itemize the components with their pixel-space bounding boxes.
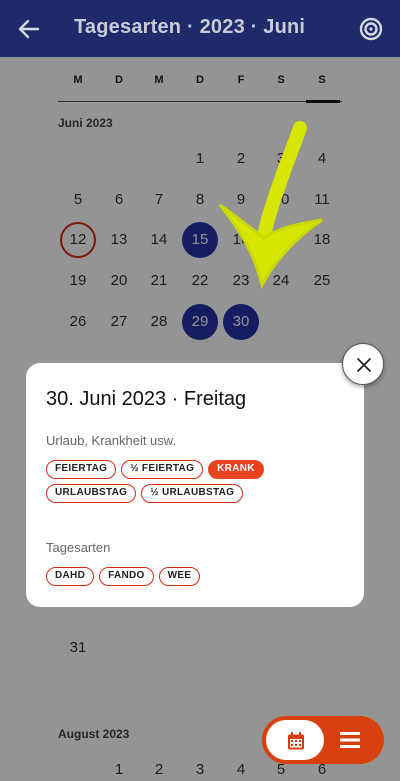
- chip-urlaubstag[interactable]: URLAUBSTAG: [46, 484, 137, 503]
- chip-feiertag[interactable]: FEIERTAG: [46, 460, 117, 479]
- calendar-icon: [288, 732, 304, 750]
- target-icon[interactable]: [358, 16, 384, 42]
- page-title: Tagesarten · 2023 · Juni: [74, 16, 306, 38]
- chip-dahd[interactable]: DAHD: [46, 567, 95, 586]
- absence-chip-group: FEIERTAG ½ FEIERTAG KRANK URLAUBSTAG ½ U…: [46, 460, 346, 503]
- back-arrow-icon[interactable]: [16, 16, 42, 42]
- day-detail-dialog: 30. Juni 2023 · Freitag Urlaub, Krankhei…: [26, 363, 364, 607]
- chip-halber-feiertag[interactable]: ½ FEIERTAG: [121, 460, 204, 479]
- close-icon: [357, 358, 371, 372]
- close-dialog-button[interactable]: [342, 343, 384, 385]
- calendar-view-button[interactable]: [266, 720, 324, 760]
- chip-krank[interactable]: KRANK: [208, 460, 264, 479]
- dialog-title: 30. Juni 2023 · Freitag: [46, 388, 247, 410]
- absence-section-label: Urlaub, Krankheit usw.: [46, 433, 177, 448]
- day-types-section-label: Tagesarten: [46, 540, 111, 555]
- hand-drawn-arrow-icon: [218, 121, 323, 290]
- view-toggle: [262, 716, 384, 764]
- app-bar: Tagesarten · 2023 · Juni: [0, 0, 400, 57]
- chip-fando[interactable]: FANDO: [99, 567, 154, 586]
- list-icon[interactable]: [340, 731, 360, 749]
- chip-wee[interactable]: WEE: [158, 567, 201, 586]
- chip-halber-urlaubstag[interactable]: ½ URLAUBSTAG: [141, 484, 244, 503]
- day-types-chip-group: DAHD FANDO WEE: [46, 567, 346, 586]
